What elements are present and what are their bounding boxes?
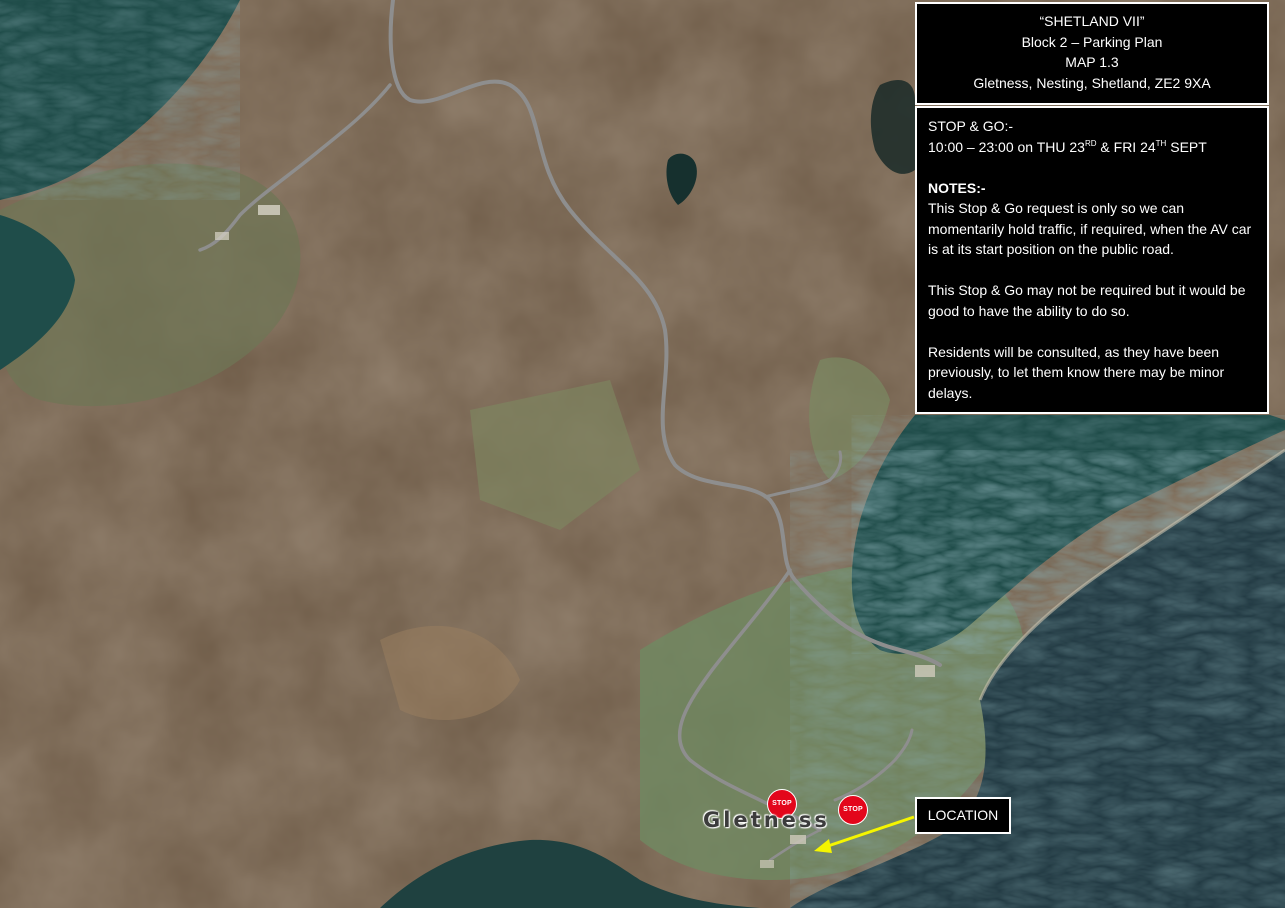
- stop-marker-east[interactable]: STOP: [838, 795, 868, 825]
- building: [790, 835, 806, 844]
- map-view[interactable]: “SHETLAND VII” Block 2 – Parking Plan MA…: [0, 0, 1285, 908]
- map-number: MAP 1.3: [1065, 54, 1119, 70]
- address: Gletness, Nesting, Shetland, ZE2 9XA: [973, 74, 1211, 91]
- plan-subtitle: Block 2 – Parking Plan: [1021, 33, 1163, 50]
- location-label-box: LOCATION: [915, 797, 1011, 834]
- notes-panel: STOP & GO:- 10:00 – 23:00 on THU 23RD & …: [915, 106, 1269, 414]
- notes-heading: NOTES:-: [928, 179, 986, 196]
- place-label-gletness: Gletness: [703, 808, 830, 832]
- notes-paragraph-2: This Stop & Go may not be required but i…: [928, 282, 1246, 319]
- stop-go-heading: STOP & GO:-: [928, 118, 1014, 134]
- building: [760, 860, 774, 868]
- notes-paragraph-3: Residents will be consulted, as they hav…: [928, 343, 1225, 401]
- notes-paragraph-1: This Stop & Go request is only so we can…: [928, 200, 1252, 257]
- title-panel: “SHETLAND VII” Block 2 – Parking Plan MA…: [915, 2, 1269, 105]
- project-title: “SHETLAND VII”: [1039, 13, 1145, 29]
- building: [258, 205, 280, 215]
- stop-go-times: 10:00 – 23:00 on THU 23RD & FRI 24TH SEP…: [928, 138, 1207, 155]
- building: [915, 665, 935, 677]
- building: [215, 232, 229, 240]
